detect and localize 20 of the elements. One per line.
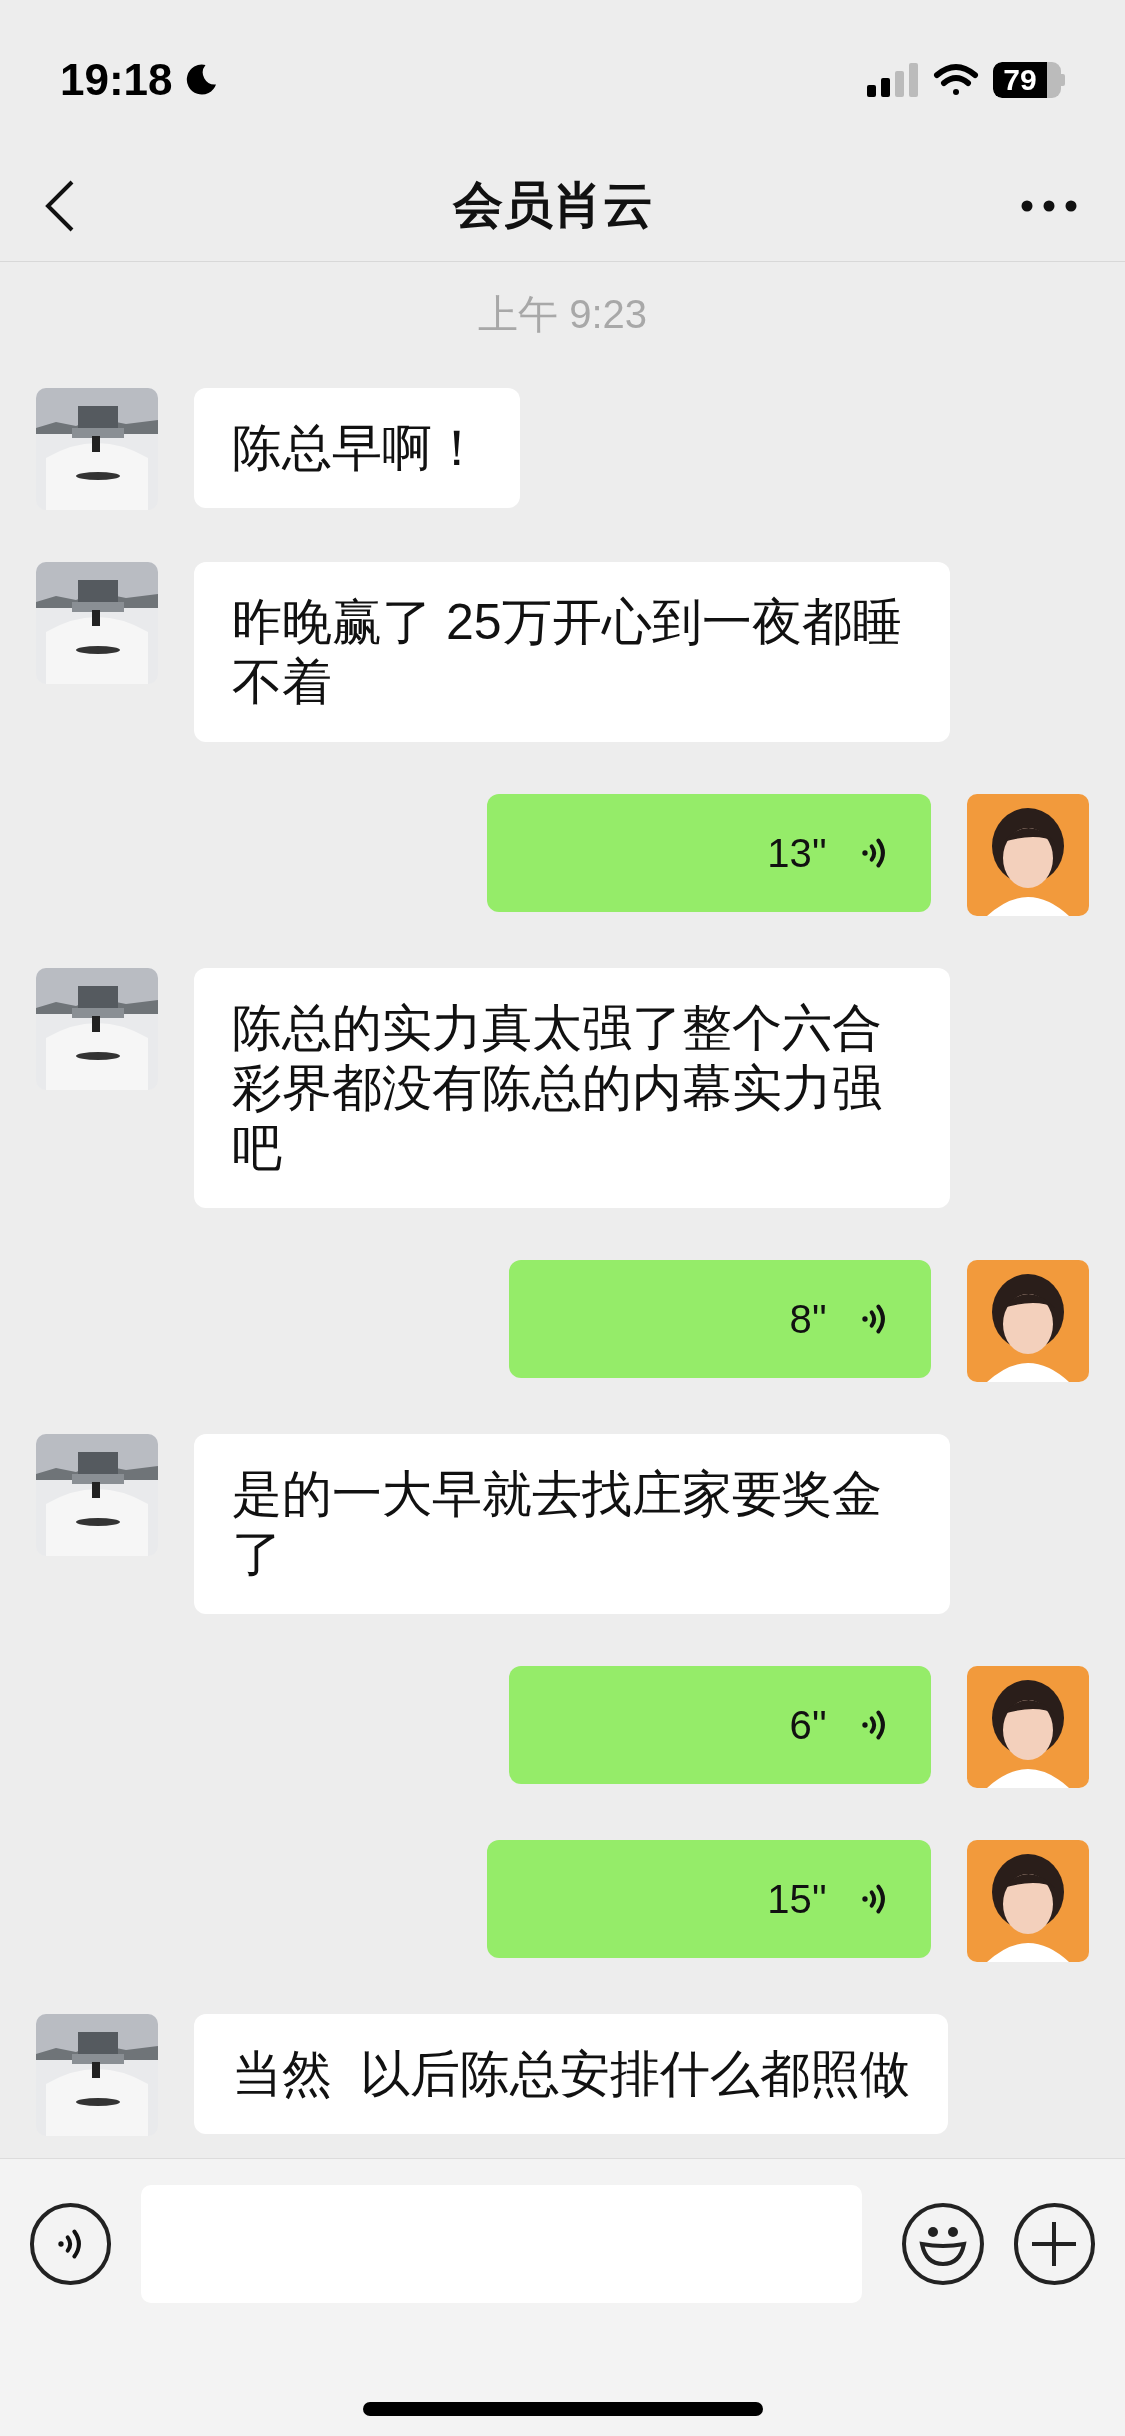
wifi-icon bbox=[933, 63, 979, 97]
voice-message[interactable]: 6'' bbox=[509, 1666, 931, 1784]
signal-icon bbox=[867, 63, 919, 97]
message-bubble: 昨晚赢了 25万开心到一夜都睡不着 bbox=[194, 562, 950, 742]
status-time: 19:18 bbox=[60, 54, 173, 106]
message-bubble: 是的一大早就去找庄家要奖金了 bbox=[194, 1434, 950, 1614]
timestamp: 上午 9:23 bbox=[478, 291, 647, 338]
add-button[interactable] bbox=[1013, 2203, 1095, 2285]
message-bubble: 当然 以后陈总安排什么都照做 bbox=[194, 2014, 948, 2134]
voice-message[interactable]: 13'' bbox=[487, 794, 931, 912]
chat-title: 会员肖云 bbox=[452, 176, 653, 235]
battery-level: 79 bbox=[993, 62, 1047, 98]
voice-message[interactable]: 8'' bbox=[509, 1260, 931, 1378]
plus-icon bbox=[1032, 2222, 1077, 2266]
message-bubble: 陈总早啊！ bbox=[194, 388, 520, 508]
voice-message[interactable]: 15'' bbox=[487, 1840, 931, 1958]
voice-input-button[interactable] bbox=[30, 2203, 112, 2285]
message-bubble: 陈总的实力真太强了整个六合彩界都没有陈总的内幕实力强吧 bbox=[194, 968, 950, 1208]
emoji-button[interactable] bbox=[902, 2203, 984, 2285]
more-icon bbox=[1021, 199, 1077, 212]
